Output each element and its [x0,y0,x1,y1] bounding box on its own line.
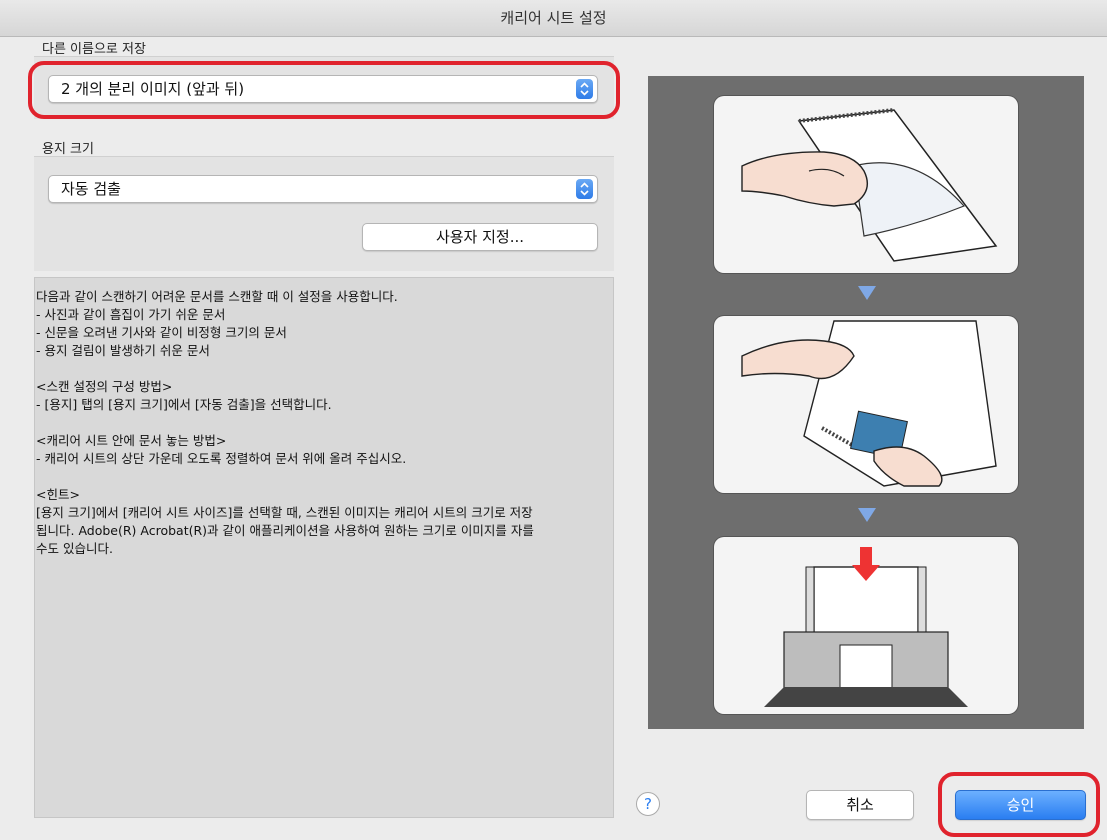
description-line: - 사진과 같이 흠집이 가기 쉬운 문서 [36,307,226,322]
description-line: - 용지 걸림이 발생하기 쉬운 문서 [36,343,210,358]
step-insert-document-image [714,316,1018,493]
description-line: 됩니다. Adobe(R) Acrobat(R)과 같이 애플리케이션을 사용하… [36,523,534,538]
description-line: - [용지] 탭의 [용지 크기]에서 [자동 검출]을 선택합니다. [36,397,332,412]
popup-stepper-icon [576,79,593,99]
description-line: <스캔 설정의 구성 방법> [36,379,173,394]
paper-size-value: 자동 검출 [61,180,121,198]
cancel-button[interactable]: 취소 [806,790,914,820]
description-line: - 신문을 오려낸 기사와 같이 비정형 크기의 문서 [36,325,287,340]
description-line: 다음과 같이 스캔하기 어려운 문서를 스캔할 때 이 설정을 사용합니다. [36,289,398,304]
down-arrow-icon [858,508,876,522]
step-open-sheet-image [714,96,1018,273]
down-arrow-icon [858,286,876,300]
save-as-label: 다른 이름으로 저장 [42,42,146,57]
description-line: [용지 크기]에서 [캐리어 시트 사이즈]를 선택할 때, 스캔된 이미지는 … [36,505,533,520]
help-button[interactable]: ? [636,792,660,816]
paper-size-popup[interactable]: 자동 검출 [48,175,598,203]
paper-size-panel [34,156,614,271]
paper-size-label: 용지 크기 [42,142,94,157]
description-line: <힌트> [36,487,80,502]
description-box: 다음과 같이 스캔하기 어려운 문서를 스캔할 때 이 설정을 사용합니다. - … [34,277,614,818]
custom-size-button[interactable]: 사용자 지정... [362,223,598,251]
popup-stepper-icon [576,179,593,199]
ok-button[interactable]: 승인 [955,790,1086,820]
save-as-popup[interactable]: 2 개의 분리 이미지 (앞과 뒤) [48,75,598,103]
carrier-sheet-illustration [648,76,1084,729]
window-title: 캐리어 시트 설정 [0,0,1107,37]
description-line: - 캐리어 시트의 상단 가운데 오도록 정렬하여 문서 위에 올려 주십시오. [36,451,407,466]
description-line: 수도 있습니다. [36,541,113,556]
step-load-scanner-image [714,537,1018,714]
save-as-value: 2 개의 분리 이미지 (앞과 뒤) [61,80,245,98]
description-line: <캐리어 시트 안에 문서 놓는 방법> [36,433,227,448]
